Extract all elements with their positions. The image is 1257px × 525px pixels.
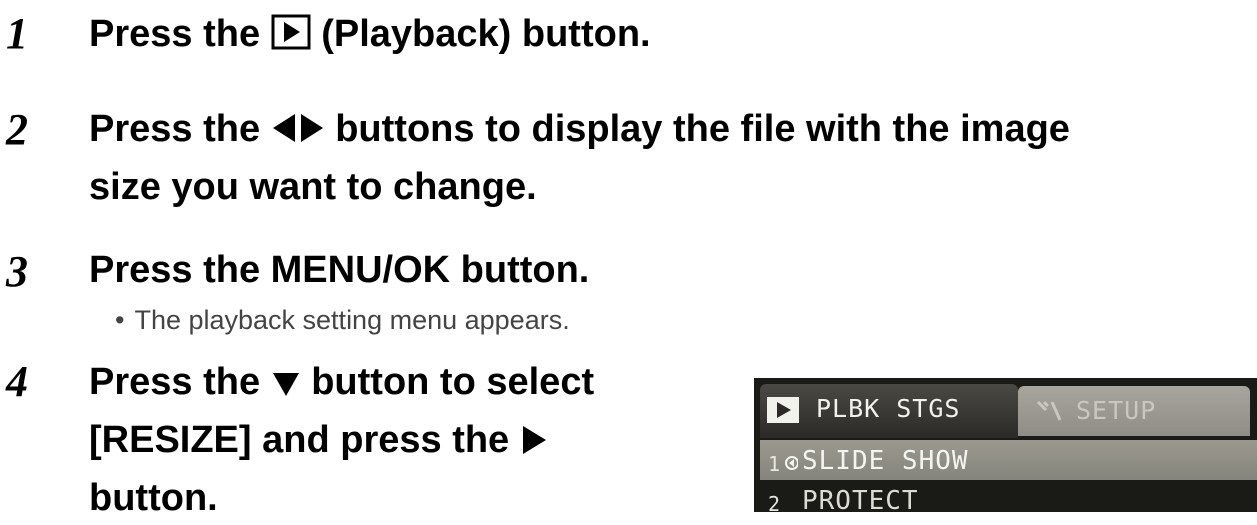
step-4-line-1: Press the button to select bbox=[89, 355, 594, 413]
step-1-text-before: Press the bbox=[89, 13, 261, 55]
step-2-text-before: Press the bbox=[89, 108, 261, 150]
page-number: 1 bbox=[768, 452, 781, 476]
playback-tab-label: PLBK STGS bbox=[816, 394, 961, 423]
camera-lcd-menu-screenshot: PLBK STGS SETUP 1 SLIDE SHOW 2 PROTECT bbox=[754, 378, 1257, 512]
playback-icon bbox=[271, 11, 311, 65]
step-1-number: 1 bbox=[6, 9, 28, 58]
step-2-number: 2 bbox=[6, 105, 28, 154]
step-1-text-after: (Playback) button. bbox=[321, 13, 651, 55]
step-3-bullet-text: The playback setting menu appears. bbox=[134, 305, 570, 335]
left-right-arrows-icon bbox=[271, 106, 325, 160]
menu-item-protect: PROTECT bbox=[802, 486, 919, 512]
step-2-line-1: Press the buttons to display the file wi… bbox=[89, 102, 1070, 160]
step-4-text: Press the button to select [RESIZE] and … bbox=[89, 355, 594, 525]
step-1-text: Press the (Playback) button. bbox=[89, 7, 651, 65]
step-4-number: 4 bbox=[6, 357, 28, 406]
step-2-text: Press the buttons to display the file wi… bbox=[89, 102, 1070, 214]
step-4-line-1-after: button to select bbox=[311, 361, 595, 403]
step-3-bullet: • The playback setting menu appears. bbox=[115, 304, 570, 336]
step-3-text: Press the MENU/OK button. bbox=[89, 249, 590, 291]
menu-item-slide-show: SLIDE SHOW bbox=[802, 446, 969, 476]
step-4-line-2: [RESIZE] and press the bbox=[89, 413, 594, 471]
lcd-wrench-icon bbox=[1034, 398, 1064, 428]
step-3-number: 3 bbox=[6, 247, 28, 296]
step-4-line-1-before: Press the bbox=[89, 361, 261, 403]
lcd-playback-icon bbox=[766, 396, 800, 428]
step-4-line-3: button. bbox=[89, 477, 218, 519]
right-arrow-icon bbox=[520, 417, 548, 471]
setup-tab-label: SETUP bbox=[1076, 396, 1157, 425]
row-number-2: 2 bbox=[768, 492, 781, 512]
down-arrow-icon bbox=[271, 359, 301, 413]
step-2-text-after: buttons to display the file with the ima… bbox=[335, 108, 1070, 150]
lcd-left-arrow-icon bbox=[784, 454, 799, 476]
step-4-line-2-before: [RESIZE] and press the bbox=[89, 419, 510, 461]
bullet-dot-icon: • bbox=[115, 305, 125, 335]
step-2-line-2: size you want to change. bbox=[89, 166, 537, 208]
